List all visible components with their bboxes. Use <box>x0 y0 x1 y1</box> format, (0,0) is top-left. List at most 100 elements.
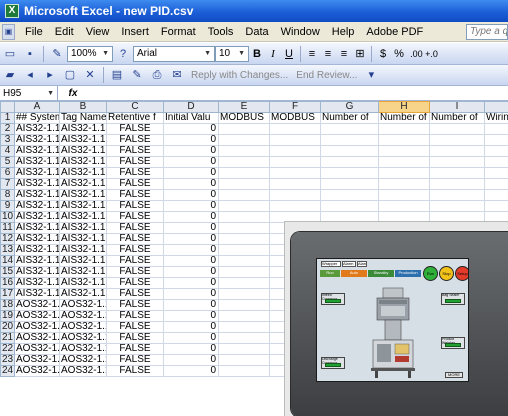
previous-comment-icon[interactable]: ◂ <box>21 67 39 83</box>
cell-c[interactable]: FALSE <box>106 310 164 322</box>
cell-h[interactable] <box>378 145 430 157</box>
cell-i[interactable] <box>429 156 485 168</box>
cell-b[interactable]: AIS32-1.1. <box>59 211 107 223</box>
cell-b[interactable]: AIS32-1.1. <box>59 266 107 278</box>
delete-comment-icon[interactable]: ✕ <box>81 67 99 83</box>
cell-c[interactable]: FALSE <box>106 145 164 157</box>
cell-b[interactable]: AIS32-1.1. <box>59 167 107 179</box>
row-header[interactable]: 23 <box>0 354 15 366</box>
cell-a[interactable]: AIS32-1.1. <box>14 178 60 190</box>
cell-e[interactable] <box>218 277 270 289</box>
cell-c[interactable]: FALSE <box>106 134 164 146</box>
cell-h[interactable] <box>378 123 430 135</box>
cell-a[interactable]: ## System <box>14 112 60 124</box>
menu-view[interactable]: View <box>80 26 116 38</box>
cell-j[interactable] <box>484 145 508 157</box>
cell-d[interactable]: 0 <box>163 354 219 366</box>
column-header-f[interactable]: F <box>269 101 321 113</box>
cell-d[interactable]: 0 <box>163 343 219 355</box>
cell-e[interactable] <box>218 321 270 333</box>
help-icon[interactable]: ? <box>114 46 132 62</box>
row-header[interactable]: 6 <box>0 167 15 179</box>
save-icon[interactable]: ▪ <box>21 46 39 62</box>
cell-c[interactable]: FALSE <box>106 123 164 135</box>
cell-i[interactable]: Number of <box>429 112 485 124</box>
cell-a[interactable]: AIS32-1.1. <box>14 189 60 201</box>
merge-center-icon[interactable]: ⊞ <box>352 46 368 62</box>
cell-i[interactable] <box>429 189 485 201</box>
name-box[interactable]: H95 ▼ <box>0 86 58 100</box>
cell-h[interactable] <box>378 167 430 179</box>
cell-a[interactable]: AOS32-1.1 <box>14 365 60 377</box>
cell-c[interactable]: FALSE <box>106 156 164 168</box>
cell-e[interactable] <box>218 266 270 278</box>
cell-b[interactable]: AIS32-1.1. <box>59 288 107 300</box>
cell-c[interactable]: FALSE <box>106 178 164 190</box>
cell-a[interactable]: AIS32-1.1. <box>14 244 60 256</box>
column-header-i[interactable]: I <box>429 101 485 113</box>
menu-edit[interactable]: Edit <box>49 26 80 38</box>
row-header[interactable]: 8 <box>0 189 15 201</box>
cell-a[interactable]: AIS32-1.1. <box>14 211 60 223</box>
cell-g[interactable] <box>320 134 379 146</box>
cell-d[interactable]: 0 <box>163 288 219 300</box>
print-icon[interactable]: ⎙ <box>148 67 166 83</box>
cell-e[interactable] <box>218 200 270 212</box>
cell-e[interactable] <box>218 288 270 300</box>
cell-d[interactable]: 0 <box>163 134 219 146</box>
cell-e[interactable] <box>218 156 270 168</box>
cell-a[interactable]: AIS32-1.1. <box>14 266 60 278</box>
cell-a[interactable]: AIS32-1.1. <box>14 200 60 212</box>
cell-d[interactable]: 0 <box>163 255 219 267</box>
row-header[interactable]: 1 <box>0 112 15 124</box>
cell-f[interactable] <box>269 156 321 168</box>
row-header[interactable]: 21 <box>0 332 15 344</box>
cell-e[interactable] <box>218 310 270 322</box>
row-header[interactable]: 22 <box>0 343 15 355</box>
new-icon[interactable]: ▭ <box>1 46 19 62</box>
cell-e[interactable] <box>218 145 270 157</box>
cell-b[interactable]: AIS32-1.1. <box>59 178 107 190</box>
column-header-a[interactable]: A <box>14 101 60 113</box>
menu-adobe-pdf[interactable]: Adobe PDF <box>360 26 429 38</box>
cell-c[interactable]: FALSE <box>106 211 164 223</box>
cell-e[interactable] <box>218 178 270 190</box>
cell-d[interactable]: 0 <box>163 123 219 135</box>
cell-g[interactable] <box>320 123 379 135</box>
cell-c[interactable]: FALSE <box>106 321 164 333</box>
percent-button[interactable]: % <box>391 46 407 62</box>
cell-c[interactable]: Retentive f <box>106 112 164 124</box>
cell-d[interactable]: 0 <box>163 310 219 322</box>
cell-c[interactable]: FALSE <box>106 266 164 278</box>
cell-b[interactable]: AIS32-1.1. <box>59 189 107 201</box>
cell-c[interactable]: FALSE <box>106 332 164 344</box>
row-header[interactable]: 12 <box>0 233 15 245</box>
cell-f[interactable]: MODBUS <box>269 112 321 124</box>
cell-h[interactable]: Number of <box>378 112 430 124</box>
cell-d[interactable]: 0 <box>163 365 219 377</box>
cell-a[interactable]: AIS32-1.1. <box>14 288 60 300</box>
cell-g[interactable]: Number of <box>320 112 379 124</box>
row-header[interactable]: 17 <box>0 288 15 300</box>
cell-a[interactable]: AOS32-1.1 <box>14 343 60 355</box>
cell-i[interactable] <box>429 200 485 212</box>
cell-a[interactable]: AIS32-1.1. <box>14 123 60 135</box>
cell-b[interactable]: AOS32-1.1 <box>59 332 107 344</box>
row-header[interactable]: 20 <box>0 321 15 333</box>
cell-e[interactable] <box>218 255 270 267</box>
cell-b[interactable]: AIS32-1.1. <box>59 222 107 234</box>
function-icon[interactable]: fx <box>58 88 88 99</box>
zoom-select[interactable]: 100% ▼ <box>67 45 113 62</box>
cell-j[interactable] <box>484 156 508 168</box>
cell-j[interactable] <box>484 134 508 146</box>
pencil-icon[interactable]: ✎ <box>48 46 66 62</box>
cell-i[interactable] <box>429 167 485 179</box>
folder-open-icon[interactable]: ▰ <box>1 67 19 83</box>
edit-comment-icon[interactable]: ✎ <box>128 67 146 83</box>
cell-c[interactable]: FALSE <box>106 244 164 256</box>
cell-d[interactable]: 0 <box>163 178 219 190</box>
align-center-icon[interactable]: ≡ <box>320 46 336 62</box>
cell-i[interactable] <box>429 134 485 146</box>
cell-e[interactable] <box>218 244 270 256</box>
underline-button[interactable]: U <box>281 46 297 62</box>
